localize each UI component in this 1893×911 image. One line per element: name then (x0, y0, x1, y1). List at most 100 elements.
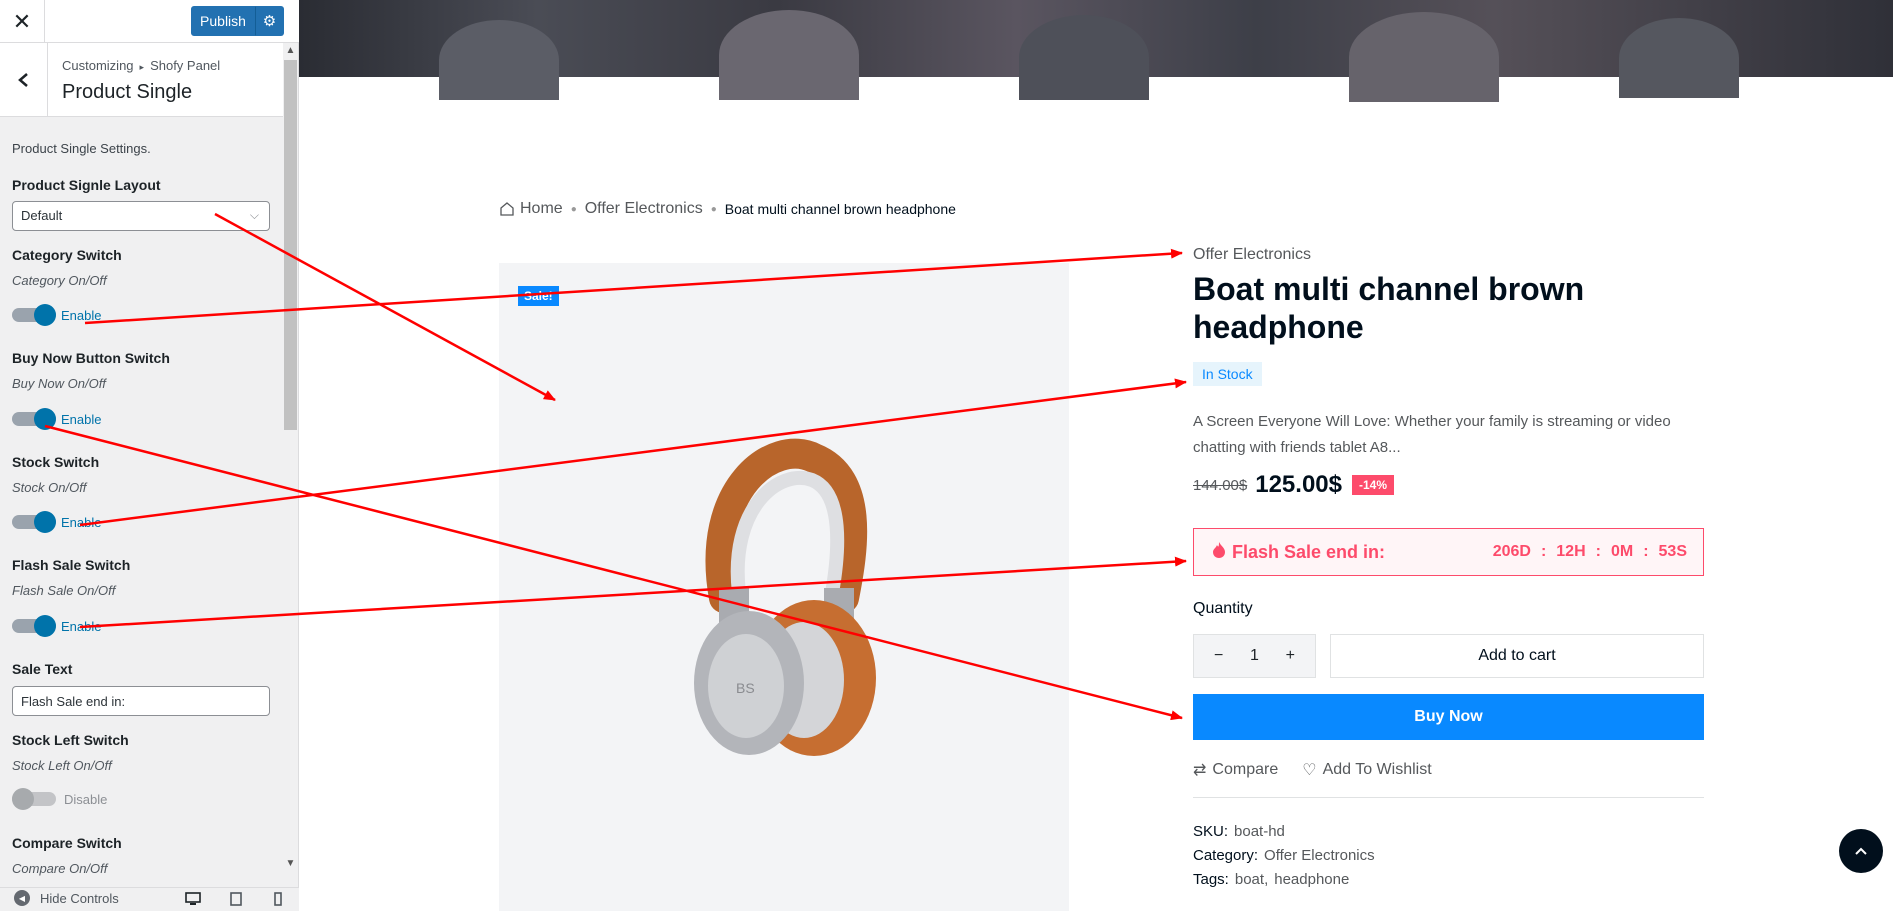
mobile-preview-icon[interactable] (270, 892, 286, 906)
scroll-up-icon[interactable]: ▲ (283, 43, 298, 58)
hero-figure (1019, 15, 1149, 100)
buy-now-button[interactable]: Buy Now (1193, 694, 1704, 740)
chevron-up-icon (1855, 847, 1867, 855)
old-price: 144.00$ (1193, 476, 1248, 494)
stock-left-toggle[interactable]: Disable (12, 788, 107, 810)
chevron-down-icon: ⌵ (249, 208, 259, 222)
toggle-label: Enable (61, 411, 102, 427)
scroll-down-icon[interactable]: ▼ (283, 856, 298, 871)
category-toggle[interactable]: Enable (12, 304, 101, 326)
breadcrumb-current: Boat multi channel brown headphone (724, 201, 956, 217)
breadcrumb-separator: ● (710, 203, 717, 215)
countdown-timer: 206D : 12H : 0M : 53S (1493, 543, 1687, 561)
sale-text-input[interactable] (12, 686, 270, 716)
stock-switch-title: Stock Switch (12, 454, 100, 470)
hide-controls-button[interactable]: ◀ Hide Controls (14, 890, 119, 906)
product-category[interactable]: Offer Electronics (1193, 246, 1311, 264)
category-label: Category: (1193, 847, 1259, 864)
product-description: A Screen Everyone Will Love: Whether you… (1193, 413, 1671, 456)
breadcrumb-category[interactable]: Offer Electronics (585, 200, 703, 218)
buy-now-toggle[interactable]: Enable (12, 408, 101, 430)
countdown-seconds: 53S (1658, 543, 1687, 560)
breadcrumb-separator: ● (570, 203, 577, 215)
breadcrumb-home[interactable]: Home (520, 200, 563, 218)
panel-header: Customizing ▸ Shofy Panel Product Single (0, 43, 283, 117)
sale-badge: Sale! (518, 286, 559, 306)
tags-row: Tags: boat, headphone (1193, 871, 1349, 888)
fire-icon (1212, 541, 1226, 564)
home-icon (500, 202, 514, 216)
buy-now-switch-title: Buy Now Button Switch (12, 350, 170, 366)
minus-icon[interactable]: − (1214, 647, 1223, 665)
quantity-value[interactable]: 1 (1250, 647, 1259, 665)
flash-sale-toggle[interactable]: Enable (12, 615, 101, 637)
hero-banner-image (299, 0, 1893, 102)
tag-link[interactable]: boat (1235, 871, 1264, 888)
toggle-knob (34, 511, 56, 533)
stock-left-switch-subtitle: Stock Left On/Off (12, 758, 112, 773)
hide-controls-label: Hide Controls (40, 890, 119, 906)
breadcrumb-root: Customizing (62, 58, 134, 73)
triangle-right-icon: ▸ (139, 62, 145, 72)
back-arrow-icon[interactable] (0, 43, 48, 116)
toggle-switch[interactable] (12, 615, 56, 637)
heart-icon: ♡ (1302, 762, 1317, 779)
wishlist-button[interactable]: ♡ Add To Wishlist (1302, 760, 1431, 780)
scrollbar-thumb[interactable] (284, 60, 297, 430)
sku-label: SKU: (1193, 823, 1229, 840)
tag-link[interactable]: headphone (1274, 871, 1349, 888)
stock-switch-subtitle: Stock On/Off (12, 480, 87, 495)
close-icon[interactable]: ✕ (0, 0, 45, 43)
toggle-knob (34, 615, 56, 637)
add-to-cart-button[interactable]: Add to cart (1330, 634, 1704, 678)
hero-figure (439, 20, 559, 100)
sidebar-scrollbar[interactable]: ▲ ▼ (283, 43, 298, 873)
flash-sale-switch-title: Flash Sale Switch (12, 557, 131, 573)
chevron-left-icon (17, 72, 28, 87)
tablet-preview-icon[interactable] (228, 892, 244, 906)
discount-badge: -14% (1352, 475, 1395, 495)
toggle-knob (34, 304, 56, 326)
panel-description: Product Single Settings. (12, 141, 151, 156)
category-switch-title: Category Switch (12, 247, 122, 263)
desktop-preview-icon[interactable] (185, 892, 201, 906)
product-gallery: Sale! BS (499, 263, 1069, 911)
buy-now-switch-subtitle: Buy Now On/Off (12, 376, 106, 391)
layout-select[interactable]: Default ⌵ (12, 201, 270, 231)
sku-value: boat-hd (1234, 823, 1285, 840)
quantity-label: Quantity (1193, 600, 1253, 617)
compare-button[interactable]: ⇄ Compare (1193, 760, 1278, 780)
quantity-stepper: − 1 + (1193, 634, 1316, 678)
toggle-label: Enable (61, 618, 102, 634)
layout-title: Product Signle Layout (12, 177, 161, 193)
category-switch-subtitle: Category On/Off (12, 273, 107, 288)
compare-icon: ⇄ (1193, 762, 1207, 779)
compare-switch-title: Compare Switch (12, 835, 122, 851)
publish-group: Publish ⚙ (191, 6, 284, 36)
flash-sale-text: Flash Sale end in: (1232, 541, 1386, 562)
current-price: 125.00$ (1255, 471, 1342, 498)
countdown-hours: 12H (1556, 543, 1586, 560)
compare-label: Compare (1212, 761, 1279, 778)
price-row: 144.00$ 125.00$ -14% (1193, 471, 1395, 499)
publish-button[interactable]: Publish (191, 6, 255, 36)
plus-icon[interactable]: + (1286, 647, 1295, 665)
toggle-switch[interactable] (12, 511, 56, 533)
product-title: Boat multi channel brown headphone (1193, 271, 1585, 345)
panel-title: Product Single (62, 81, 193, 103)
sku-row: SKU: boat-hd (1193, 823, 1285, 840)
flash-sale-label: Flash Sale end in: (1212, 541, 1385, 564)
tags-label: Tags: (1193, 871, 1229, 888)
stock-toggle[interactable]: Enable (12, 511, 101, 533)
toggle-switch[interactable] (12, 304, 56, 326)
countdown-separator: : (1540, 543, 1547, 560)
stock-badge: In Stock (1193, 362, 1262, 386)
toggle-switch[interactable] (12, 788, 56, 810)
customizer-sidebar: ✕ Publish ⚙ Customizing ▸ Shofy Panel Prod… (0, 0, 299, 911)
gear-icon[interactable]: ⚙ (255, 6, 284, 36)
toggle-switch[interactable] (12, 408, 56, 430)
category-link[interactable]: Offer Electronics (1264, 847, 1375, 864)
hero-figure (1349, 12, 1499, 102)
toggle-label: Enable (61, 307, 102, 323)
back-to-top-button[interactable] (1839, 829, 1883, 873)
